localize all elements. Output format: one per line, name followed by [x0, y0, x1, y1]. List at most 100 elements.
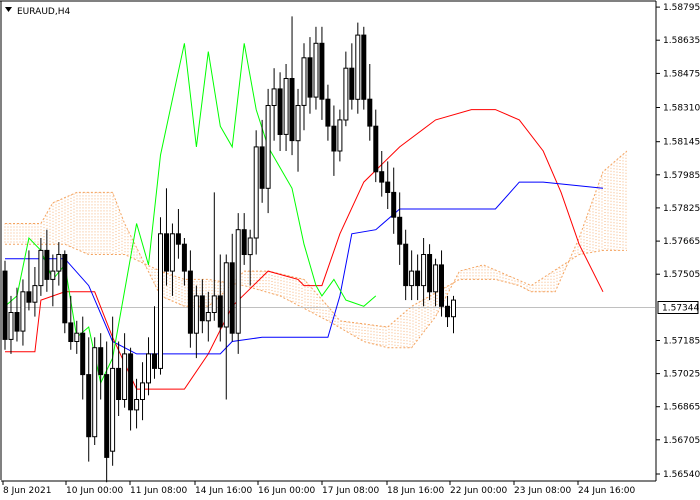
x-tick-label: 22 Jun 00:00	[450, 486, 507, 496]
y-tick-label: 1.58310	[663, 104, 700, 114]
candle-body-bear	[415, 270, 421, 287]
candle-body-bear	[68, 322, 74, 342]
candle-body-bull	[355, 34, 361, 100]
candle-body-bear	[325, 98, 331, 127]
candle-body-bull	[8, 312, 14, 340]
candle-body-bear	[199, 295, 205, 322]
candle	[62, 250, 68, 334]
candle-body-bear	[439, 264, 444, 307]
candle	[361, 26, 367, 110]
candle-body-bull	[253, 146, 259, 239]
y-tick-label: 1.57825	[663, 204, 700, 214]
candle-body-bear	[289, 78, 295, 142]
candle-body-bull	[56, 254, 62, 272]
candle-body-bear	[445, 305, 450, 318]
x-tick-label: 24 Jun 16:00	[578, 486, 635, 496]
y-tick-label: 1.57665	[663, 237, 700, 247]
candle-body-bear	[373, 125, 379, 173]
candle-body-bear	[62, 254, 68, 324]
candle-body-bear	[128, 353, 134, 411]
y-tick-label: 1.57185	[663, 337, 700, 347]
candle-body-bear	[427, 254, 433, 293]
current-price-label: 1.57344	[662, 304, 699, 314]
candle-body-bear	[319, 42, 325, 100]
y-axis: 1.58795 1.58635 1.58475 1.58310 1.58145 1.579…	[656, 3, 700, 480]
candle	[92, 337, 98, 445]
candle-body-bear	[277, 88, 283, 135]
y-tick-label: 1.58795	[663, 3, 700, 13]
candle-body-bear	[367, 98, 373, 127]
candle-body-bear	[241, 229, 247, 255]
candle-body-bull	[38, 249, 44, 287]
candle-body-bull	[295, 105, 301, 142]
x-tick-label: 14 Jun 16:00	[195, 486, 252, 496]
candle	[2, 260, 8, 350]
candle-body-bull	[134, 399, 140, 411]
candle-body-bull	[409, 270, 415, 287]
candle-body-bear	[379, 171, 385, 183]
candle-body-bull	[451, 299, 456, 318]
x-tick-label: 23 Jun 08:00	[514, 486, 571, 496]
candle-body-bull	[20, 291, 26, 332]
candle-body-bull	[32, 285, 38, 303]
x-tick-label: 16 Jun 00:00	[258, 486, 315, 496]
candle	[158, 217, 163, 375]
candle	[253, 130, 259, 255]
candle-body-bear	[259, 146, 265, 189]
x-tick-label: 11 Jun 08:00	[130, 486, 187, 496]
y-tick-label: 1.58475	[663, 69, 700, 79]
candle-body-bull	[74, 332, 80, 343]
candle-body-bull	[169, 233, 175, 272]
x-tick-label: 17 Jun 08:00	[322, 486, 379, 496]
price-chart[interactable]: 1.58795 1.58635 1.58475 1.58310 1.58145 1.579…	[0, 0, 700, 500]
x-tick-label: 18 Jun 16:00	[387, 486, 444, 496]
candle-body-bear	[116, 367, 122, 400]
candle-body-bear	[217, 295, 223, 328]
candle-body-bull	[283, 78, 289, 135]
y-tick-label: 1.57985	[663, 171, 700, 181]
candle-body-bear	[349, 67, 355, 100]
y-tick-label: 1.56705	[663, 436, 700, 446]
candle-body-bear	[44, 249, 50, 280]
candle-body-bull	[122, 353, 128, 400]
candle-body-bull	[140, 382, 145, 400]
candle-body-bear	[385, 181, 391, 194]
candle-body-bull	[313, 42, 319, 98]
candle-body-bear	[164, 233, 169, 272]
y-tick-label: 1.58145	[663, 138, 700, 148]
y-tick-label: 1.56540	[663, 470, 700, 480]
candle-body-bear	[104, 374, 110, 458]
x-tick-label: 8 Jun 2021	[3, 486, 51, 496]
candle-body-bull	[50, 270, 56, 280]
candle-body-bear	[175, 233, 181, 245]
candle-body-bear	[307, 57, 313, 98]
candle-body-bull	[433, 264, 439, 293]
candle-body-bear	[229, 262, 235, 334]
y-tick-label: 1.56865	[663, 403, 700, 413]
chart-title: EURAUD,H4	[17, 7, 70, 17]
y-tick-label: 1.58635	[663, 36, 700, 46]
candle-body-bear	[403, 243, 409, 287]
candle-body-bull	[223, 262, 229, 328]
candle-body-bull	[205, 312, 211, 322]
candle-body-bull	[92, 347, 98, 438]
y-tick-label: 1.57025	[663, 370, 700, 380]
candle-body-bear	[391, 191, 397, 218]
candle-body-bull	[235, 229, 241, 334]
y-tick-label: 1.57505	[663, 270, 700, 280]
x-tick-label: 10 Jun 00:00	[66, 486, 123, 496]
candle-body-bear	[80, 332, 86, 376]
candle-body-bear	[331, 125, 337, 152]
candle-body-bear	[181, 243, 187, 272]
candle-body-bear	[26, 291, 32, 303]
candle	[235, 213, 241, 354]
candle-body-bull	[247, 237, 253, 256]
candle-body-bull	[337, 119, 343, 152]
candle-body-bull	[265, 105, 271, 189]
candle-body-bull	[211, 295, 217, 313]
candle-body-bear	[98, 347, 104, 376]
current-price-tag: 1.57344	[657, 301, 699, 314]
candle-body-bear	[187, 270, 193, 334]
candle-body-bear	[2, 270, 8, 340]
candle-body-bull	[343, 67, 349, 121]
